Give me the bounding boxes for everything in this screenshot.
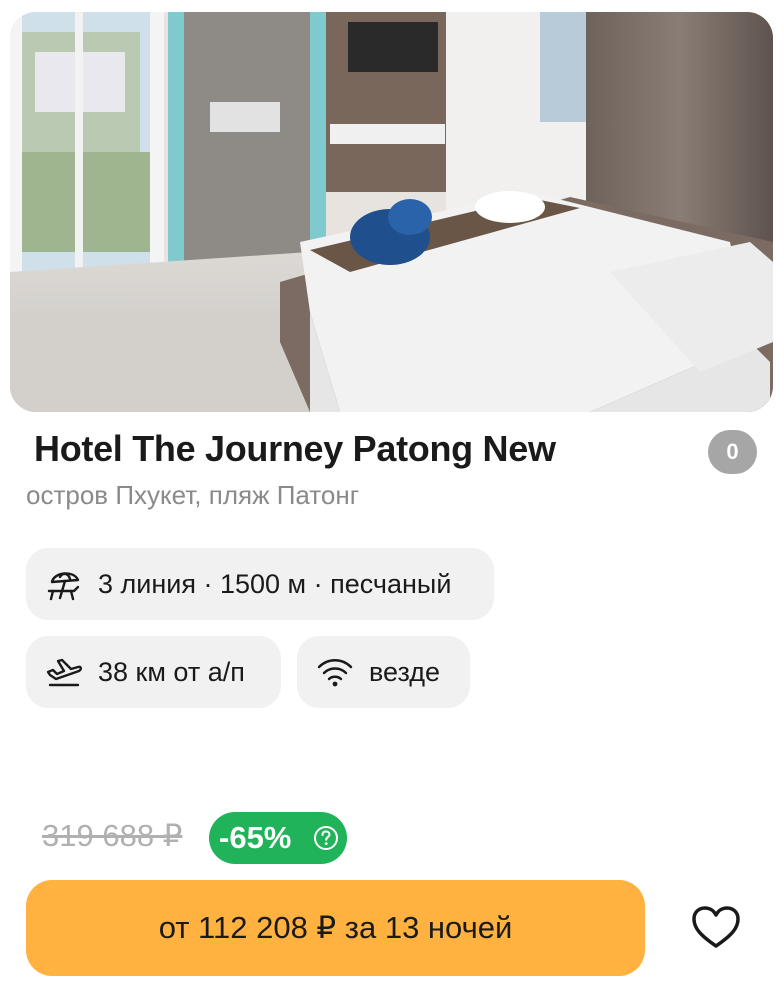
airport-distance-chip: 38 км от а/п (26, 636, 281, 708)
beach-umbrella-icon (47, 572, 80, 601)
hotel-name[interactable]: Hotel The Journey Patong New (34, 428, 556, 470)
hotel-card[interactable]: Hotel The Journey Patong New 0 остров Пх… (0, 0, 784, 998)
old-price: 319 688 ₽ (42, 818, 183, 853)
discount-value: -65% (219, 820, 292, 855)
hotel-room-photo (10, 12, 773, 412)
wifi-text: везде (369, 656, 441, 687)
beach-info-text: 3 линия · 1500 м · песчаный (98, 568, 452, 599)
wifi-chip: везде (297, 636, 470, 708)
hotel-location: остров Пхукет, пляж Патонг (26, 480, 360, 510)
rating-badge: 0 (708, 430, 757, 474)
book-price-button[interactable]: от 112 208 ₽ за 13 ночей (26, 880, 645, 976)
beach-info-chip: 3 линия · 1500 м · песчаный (26, 548, 494, 620)
discount-badge[interactable]: -65% (209, 812, 347, 864)
airport-distance-text: 38 км от а/п (98, 656, 245, 687)
hotel-photo[interactable] (10, 12, 773, 412)
help-circle-icon[interactable] (313, 825, 339, 851)
heart-icon[interactable] (690, 904, 742, 952)
wifi-icon (317, 659, 353, 687)
airplane-icon (46, 658, 82, 687)
